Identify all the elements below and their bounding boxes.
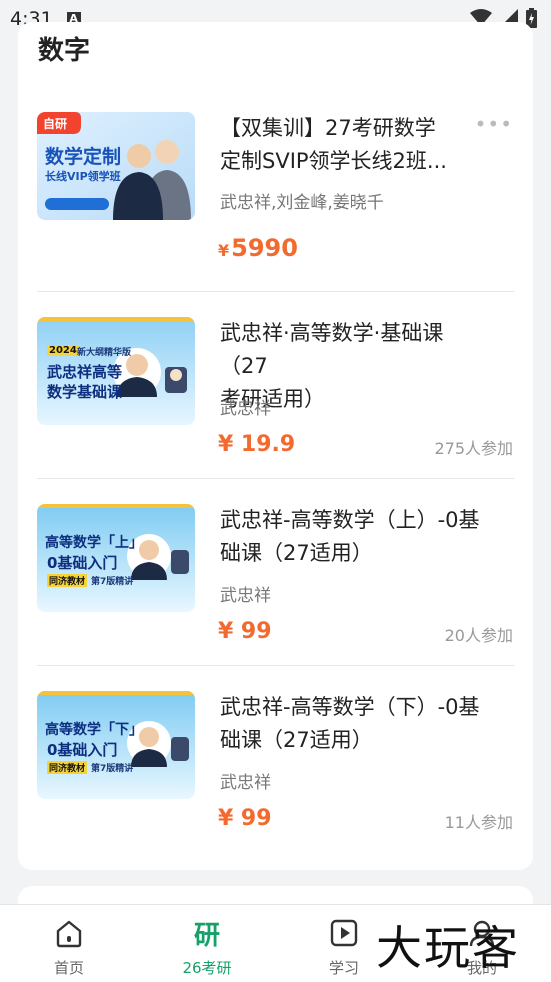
currency-symbol: ¥	[218, 241, 230, 260]
course-price: ¥5990	[218, 234, 298, 262]
course-item-3[interactable]: 高等数学「上」 0基础入门 同济教材 第7版精讲 武忠祥-高等数学（上）-0基 …	[18, 504, 533, 664]
nav-exam-label: 26考研	[182, 959, 232, 977]
thumb-tag-2: 第7版精讲	[91, 764, 134, 774]
price-value: 99	[240, 806, 272, 831]
course-price: ¥ 19.9	[218, 432, 295, 457]
course-title: 武忠祥-高等数学（下）-0基 础课（27适用）	[220, 691, 490, 757]
course-teachers: 武忠祥	[220, 399, 271, 419]
watermark: 大玩客	[376, 921, 520, 975]
thumb-tag: 同济教材	[47, 574, 88, 587]
divider	[37, 478, 514, 479]
thumb-subline: 0基础入门	[47, 554, 118, 572]
participants-count: 20人参加	[444, 626, 513, 645]
price-value: 99	[240, 619, 272, 644]
course-title-line-2: 础课（27适用）	[220, 728, 373, 752]
course-title: 【双集训】27考研数学 定制SVIP领学长线2班...	[220, 112, 490, 178]
play-icon	[330, 919, 358, 947]
course-price: ¥ 99	[218, 806, 272, 831]
course-thumbnail: 2024 新大纲精华版 武忠祥高等 数学基础课	[37, 317, 195, 425]
course-teachers: 武忠祥,刘金峰,姜晓千	[220, 193, 384, 213]
course-badge: 自研	[43, 117, 68, 131]
course-title-line-2: 定制SVIP领学长线2班...	[220, 149, 447, 173]
currency-symbol: ¥	[218, 619, 234, 644]
course-list-card: 数字 自研 数学定制 长线VIP领学班 ••• 【双集训】27考研数学 定制SV…	[18, 22, 533, 870]
thumb-subline: 0基础入门	[47, 741, 118, 759]
currency-symbol: ¥	[218, 806, 234, 831]
course-item-2[interactable]: 2024 新大纲精华版 武忠祥高等 数学基础课 武忠祥·高等数学·基础课（27 …	[18, 317, 533, 477]
course-item-1[interactable]: 自研 数学定制 长线VIP领学班 ••• 【双集训】27考研数学 定制SVIP领…	[18, 112, 533, 292]
course-thumbnail: 高等数学「上」 0基础入门 同济教材 第7版精讲	[37, 504, 195, 612]
thumb-subline: 数学基础课	[47, 383, 123, 401]
price-value: 5990	[231, 234, 298, 262]
divider	[37, 665, 514, 666]
thumb-tag: 新大纲精华版	[77, 348, 132, 358]
course-item-4[interactable]: 高等数学「下」 0基础入门 同济教材 第7版精讲 武忠祥-高等数学（下）-0基 …	[18, 691, 533, 851]
thumb-subline: 长线VIP领学班	[45, 170, 121, 183]
course-title: 武忠祥-高等数学（上）-0基 础课（27适用）	[220, 504, 490, 570]
thumb-year: 2024	[47, 345, 79, 356]
currency-symbol: ¥	[218, 432, 234, 457]
course-title-line-1: 武忠祥-高等数学（下）-0基	[220, 695, 480, 719]
home-icon	[56, 920, 82, 948]
divider	[37, 291, 514, 292]
thumb-tag-2: 第7版精讲	[91, 577, 134, 587]
course-title-line-1: 武忠祥-高等数学（上）-0基	[220, 508, 480, 532]
section-title: 数字	[38, 36, 91, 66]
yan-icon: 研	[193, 921, 220, 951]
course-price: ¥ 99	[218, 619, 272, 644]
thumb-headline: 武忠祥高等	[47, 363, 123, 381]
course-title-line-1: 武忠祥·高等数学·基础课（27	[220, 321, 444, 378]
participants-count: 275人参加	[434, 439, 513, 458]
course-title-line-1: 【双集训】27考研数学	[220, 116, 436, 140]
course-teachers: 武忠祥	[220, 586, 271, 606]
nav-home-label: 首页	[53, 959, 84, 977]
course-thumbnail: 自研 数学定制 长线VIP领学班	[37, 112, 195, 220]
course-teachers: 武忠祥	[220, 773, 271, 793]
course-title-line-2: 础课（27适用）	[220, 541, 373, 565]
thumb-headline: 高等数学「上」	[45, 535, 143, 551]
participants-count: 11人参加	[444, 813, 513, 832]
course-thumbnail: 高等数学「下」 0基础入门 同济教材 第7版精讲	[37, 691, 195, 799]
thumb-tag: 同济教材	[47, 761, 88, 774]
thumb-headline: 数学定制	[45, 146, 122, 168]
thumb-headline: 高等数学「下」	[45, 722, 143, 738]
price-value: 19.9	[240, 432, 296, 457]
